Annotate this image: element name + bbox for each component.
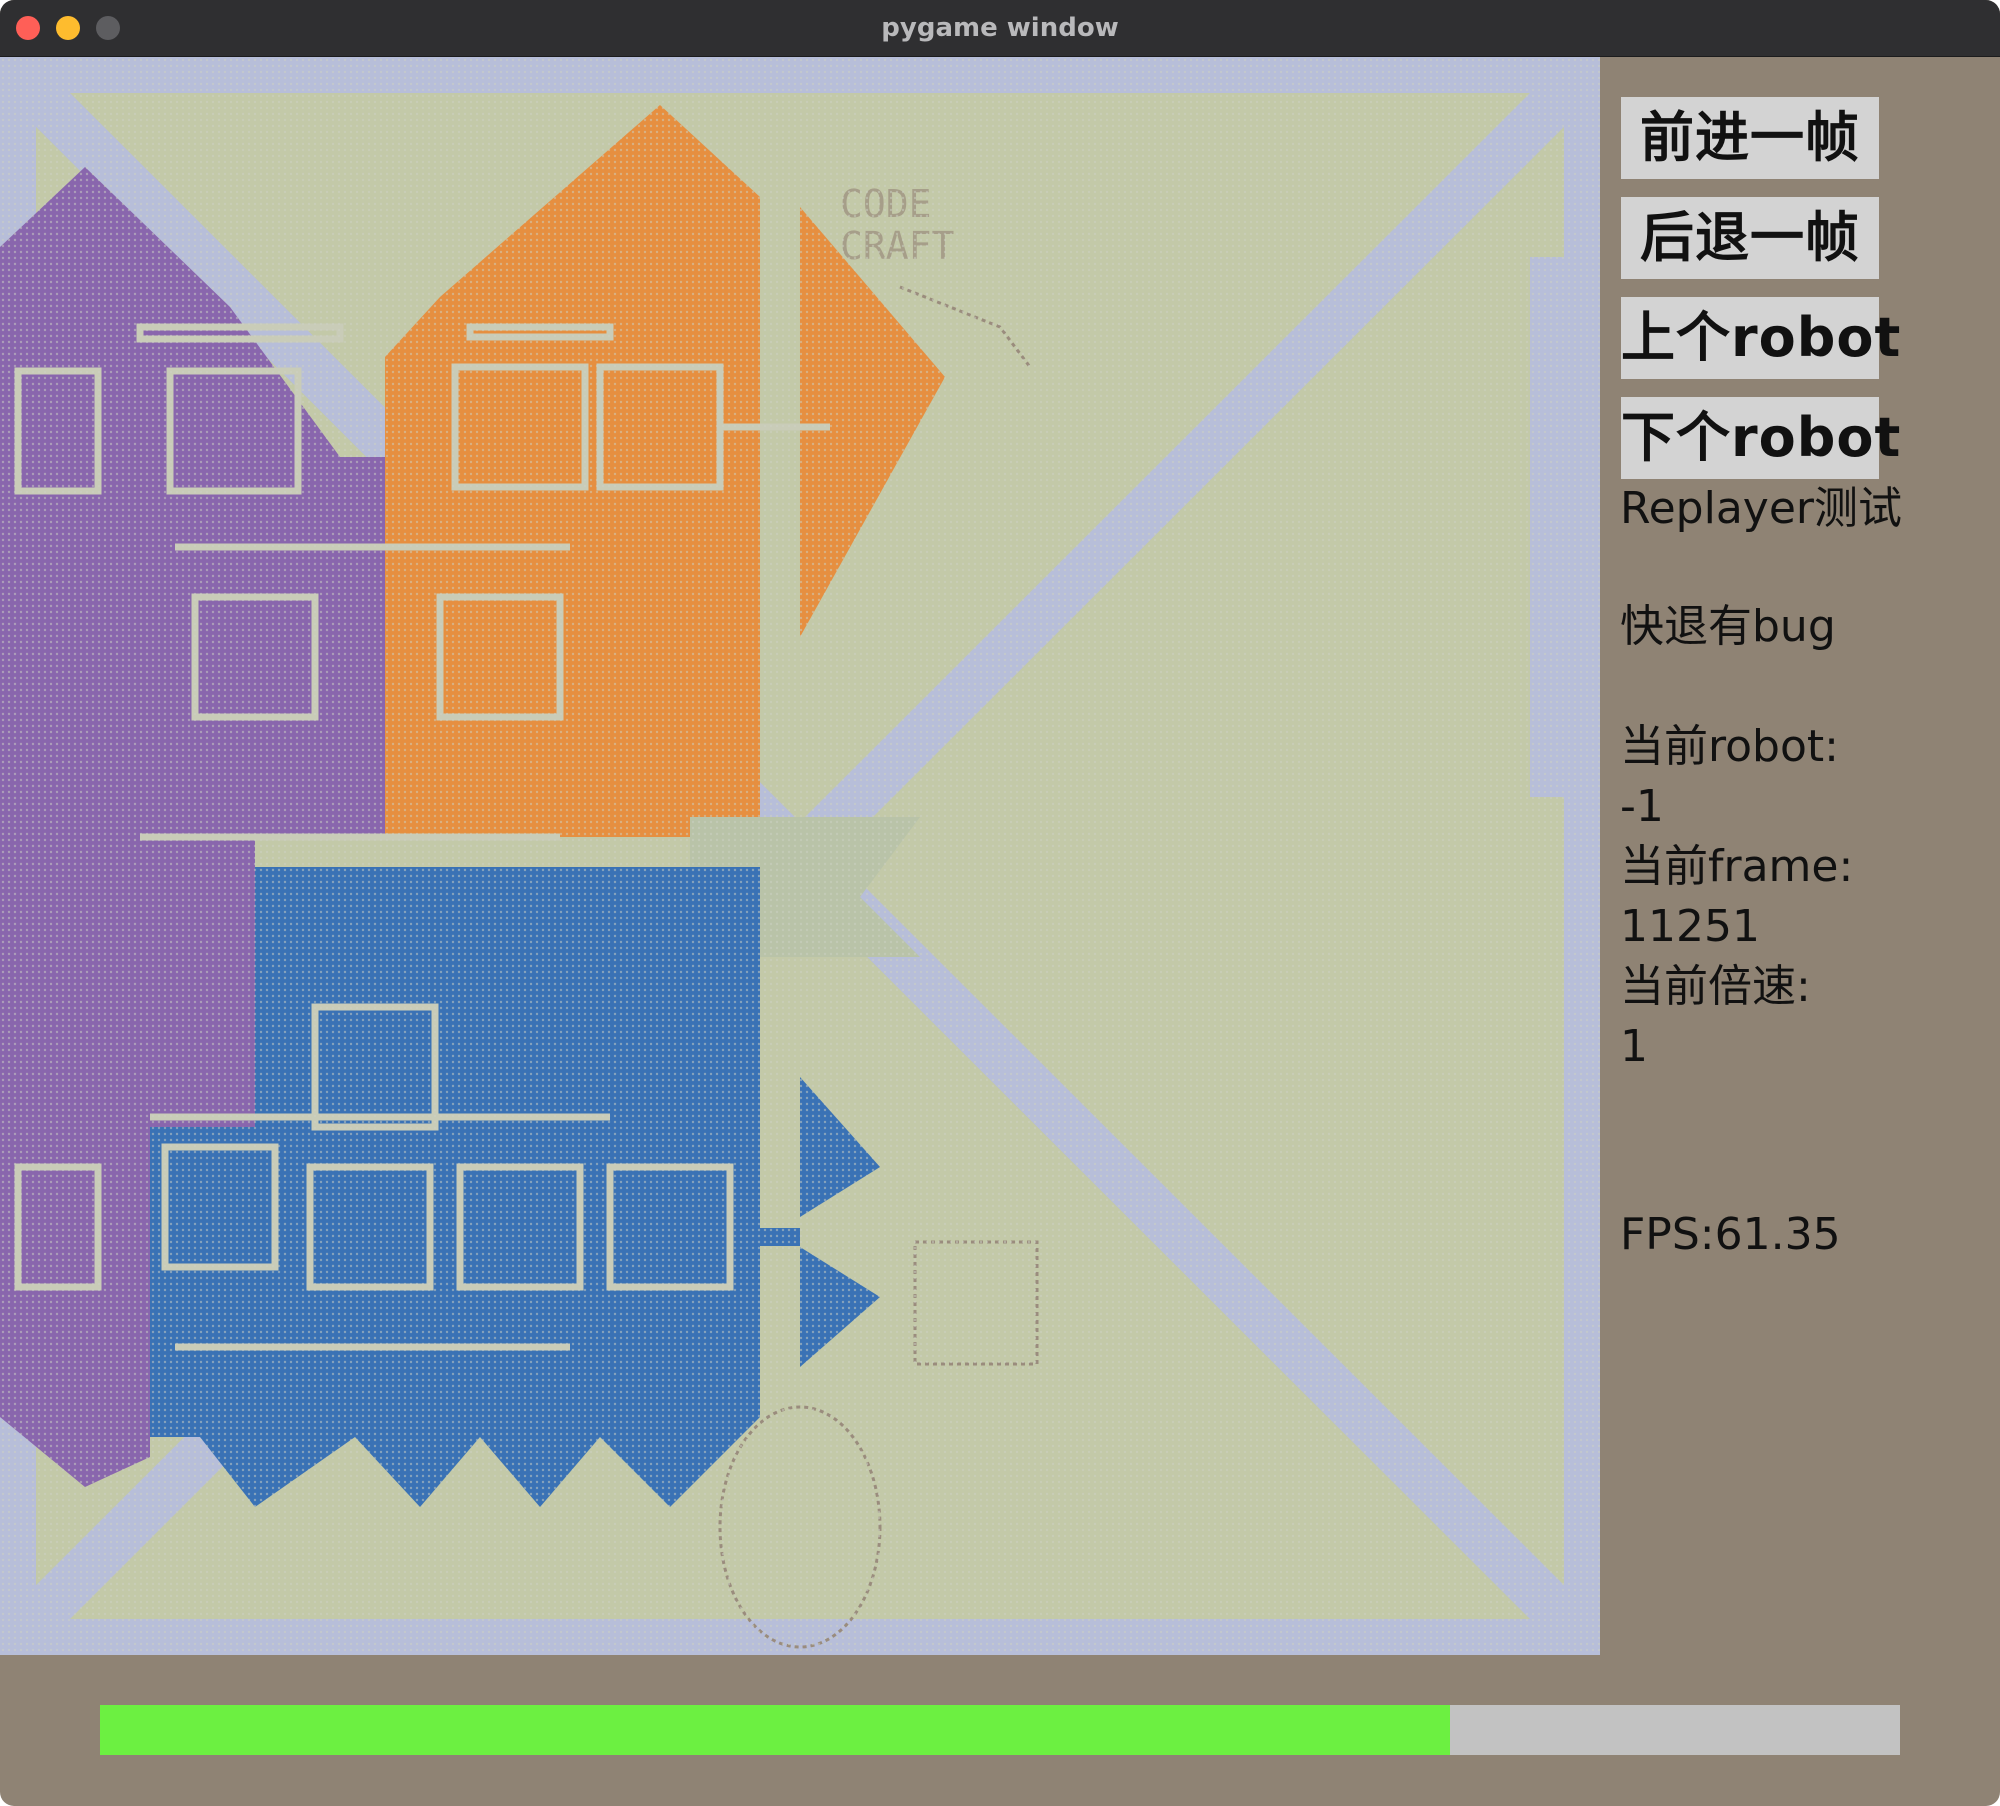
note-text: 快退有bug (1620, 601, 1836, 652)
current-frame-label: 当前frame: (1620, 841, 1854, 892)
replay-progress-bar[interactable] (100, 1705, 1900, 1755)
title-bar: pygame window (0, 0, 2000, 57)
control-panel: 前进一帧 后退一帧 上个robot 下个robot Replayer测试 快退有… (1600, 57, 2000, 1655)
window-title: pygame window (881, 13, 1119, 43)
replay-progress-fill (100, 1705, 1450, 1755)
current-robot-label: 当前robot: (1620, 721, 1839, 772)
current-robot-value: -1 (1620, 781, 1664, 832)
game-map[interactable]: CODE CRAFT (0, 57, 1600, 1655)
fps-readout: FPS:61.35 (1620, 1209, 1841, 1260)
next-robot-button[interactable]: 下个robot (1621, 397, 1900, 479)
pygame-window: pygame window 前进一帧 后退一帧 上个robot 下个robot … (0, 0, 2000, 1806)
prev-robot-button[interactable]: 上个robot (1621, 297, 1900, 379)
speed-label: 当前倍速: (1620, 961, 1811, 1012)
prev-frame-button[interactable]: 后退一帧 (1621, 197, 1879, 279)
replayer-heading: Replayer测试 (1620, 483, 1902, 534)
next-frame-button[interactable]: 前进一帧 (1621, 97, 1879, 179)
speed-value: 1 (1620, 1021, 1648, 1072)
current-frame-value: 11251 (1620, 901, 1760, 952)
